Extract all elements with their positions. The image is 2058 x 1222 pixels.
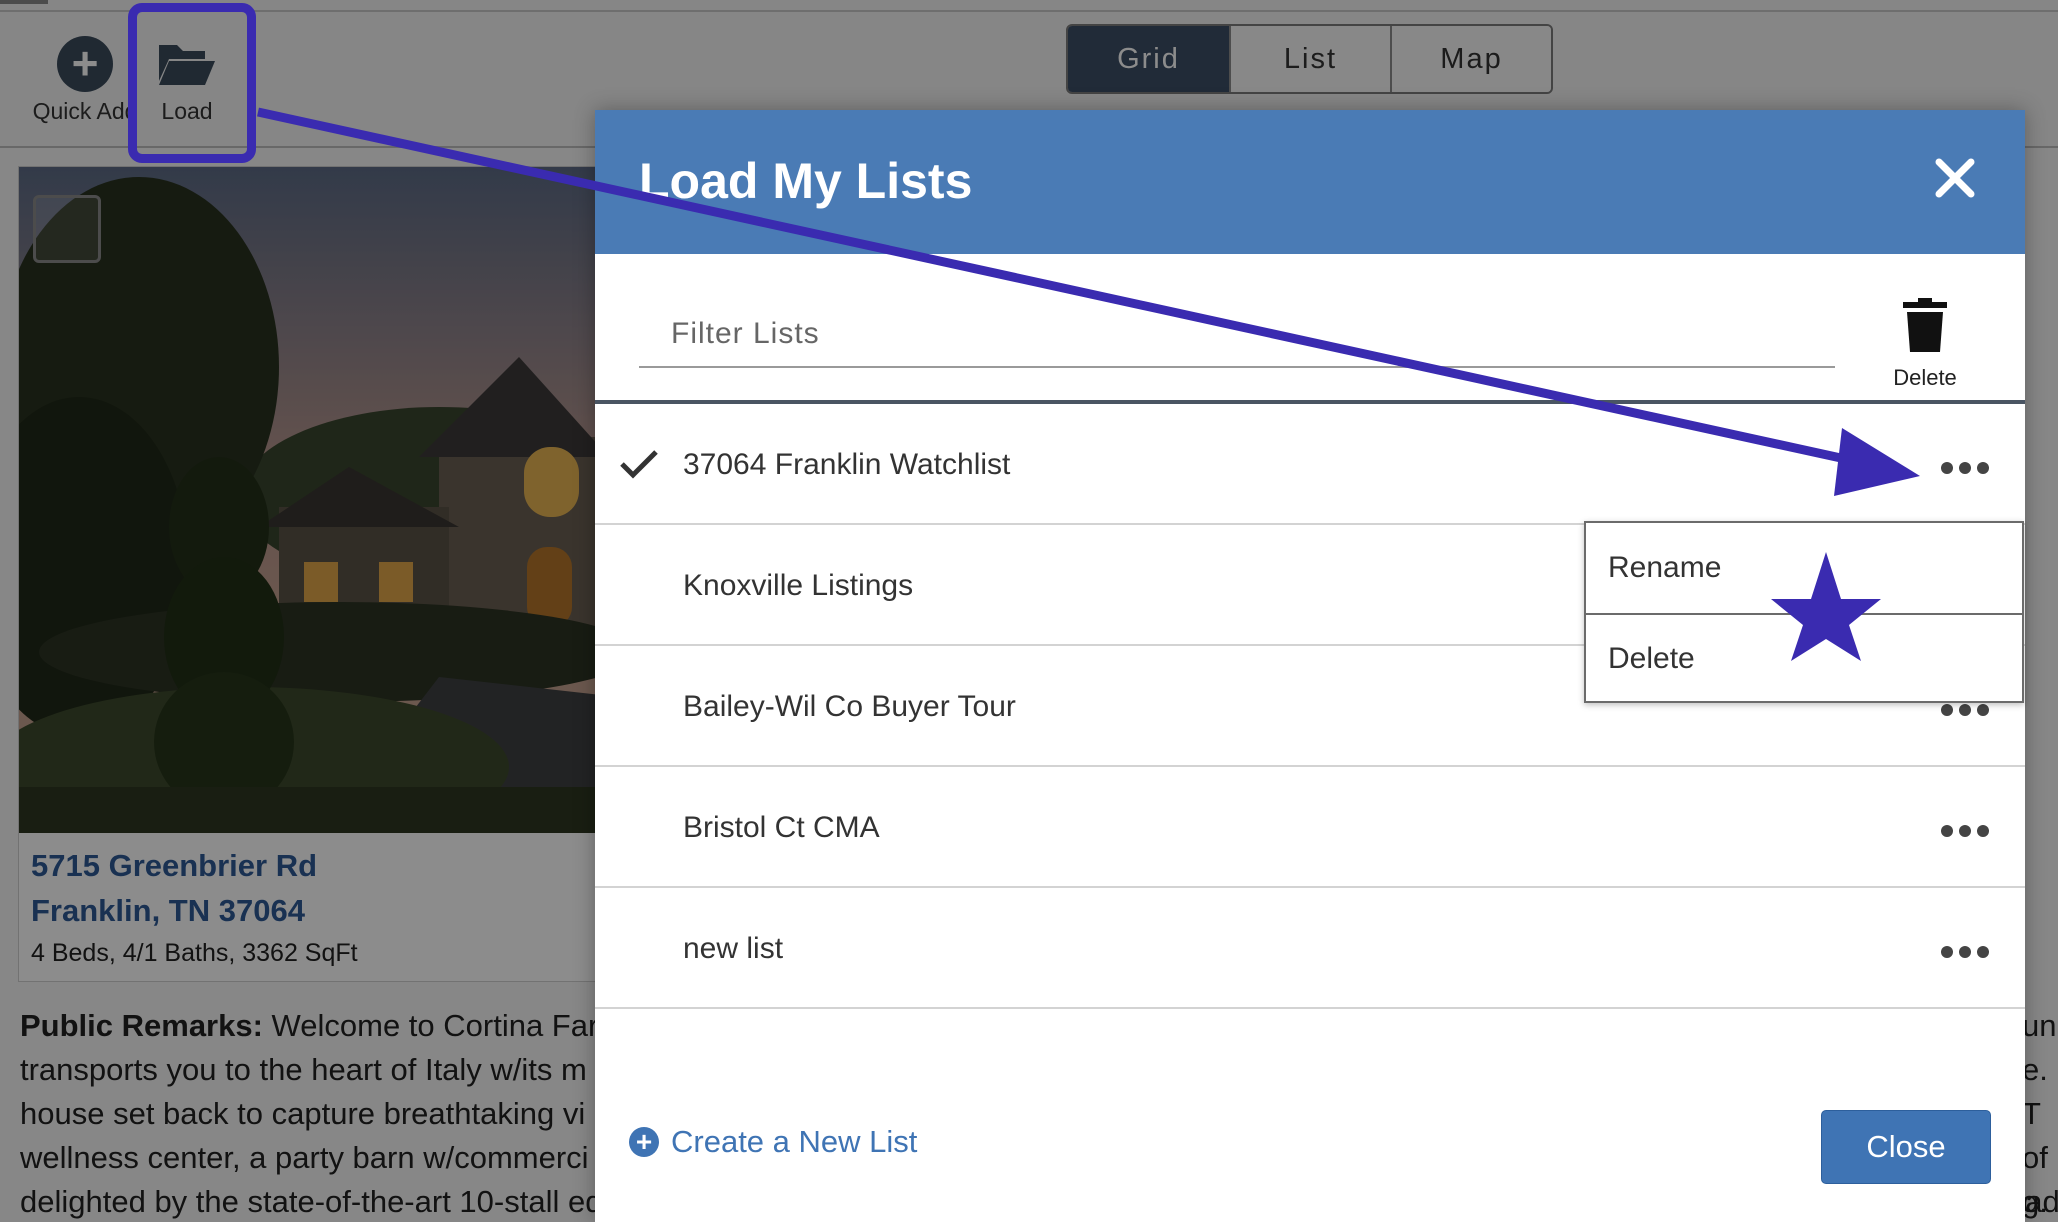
annotation-overlay	[257, 107, 1920, 661]
annotation-arrow-head	[1834, 428, 1920, 496]
annotation-arrow-line	[257, 107, 1851, 465]
star-icon	[1771, 552, 1881, 661]
